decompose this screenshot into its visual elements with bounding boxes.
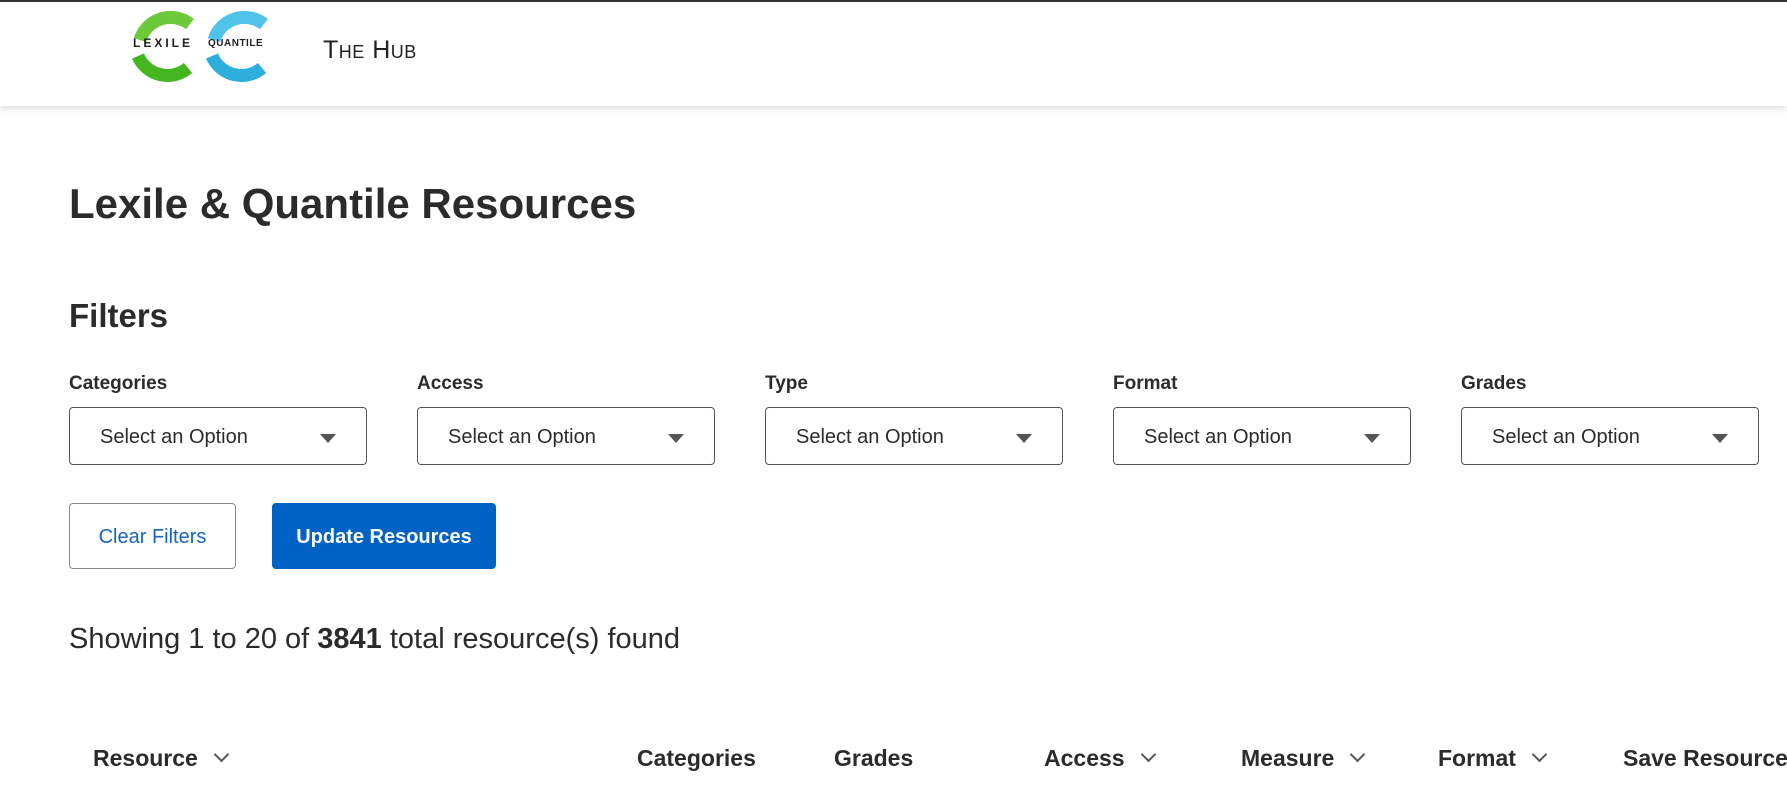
column-label: Resource: [93, 745, 198, 771]
column-categories: Categories: [637, 745, 756, 772]
select-value: Select an Option: [1144, 426, 1292, 448]
select-value: Select an Option: [796, 426, 944, 448]
select-value: Select an Option: [1492, 426, 1640, 448]
filters-heading: Filters: [69, 297, 169, 334]
select-value: Select an Option: [100, 426, 248, 448]
results-total: 3841: [317, 623, 382, 655]
column-label: Format: [1438, 745, 1516, 771]
caret-down-icon: [320, 434, 336, 443]
column-label: Access: [1044, 745, 1125, 771]
filter-label: Access: [417, 373, 484, 394]
column-resource[interactable]: Resource: [93, 745, 230, 772]
column-grades: Grades: [834, 745, 913, 772]
format-select[interactable]: Select an Option: [1113, 407, 1411, 465]
select-value: Select an Option: [448, 426, 596, 448]
categories-select[interactable]: Select an Option: [69, 407, 367, 465]
results-suffix: total resource(s) found: [389, 623, 681, 655]
logo-quantile-text: QUANTILE: [208, 38, 264, 49]
filter-label: Type: [765, 373, 808, 394]
chevron-down-icon: [1531, 746, 1548, 763]
column-access[interactable]: Access: [1044, 745, 1156, 772]
filter-type: Type Select an Option: [765, 373, 1065, 465]
results-prefix: Showing 1 to 20 of: [69, 623, 310, 655]
filter-label: Categories: [69, 373, 168, 394]
column-save-resource: Save Resource: [1623, 745, 1787, 772]
filter-label: Format: [1113, 373, 1178, 394]
filter-access: Access Select an Option: [417, 373, 717, 465]
access-select[interactable]: Select an Option: [417, 407, 715, 465]
logo-lexile-text: LEXILE: [133, 36, 194, 50]
filter-categories: Categories Select an Option: [69, 373, 369, 465]
column-format[interactable]: Format: [1438, 745, 1548, 772]
column-label: Categories: [637, 745, 756, 771]
page-title: Lexile & Quantile Resources: [69, 180, 637, 227]
column-label: Measure: [1241, 745, 1335, 771]
site-header: LEXILE QUANTILE The Hub: [0, 2, 1787, 106]
type-select[interactable]: Select an Option: [765, 407, 1063, 465]
filter-grades: Grades Select an Option: [1461, 373, 1761, 465]
site-title[interactable]: The Hub: [323, 36, 417, 65]
chevron-down-icon: [1350, 746, 1366, 763]
column-measure[interactable]: Measure: [1241, 745, 1366, 772]
caret-down-icon: [1364, 434, 1380, 443]
column-label: Grades: [834, 745, 914, 771]
filter-format: Format Select an Option: [1113, 373, 1413, 465]
caret-down-icon: [1016, 434, 1032, 443]
clear-filters-button[interactable]: Clear Filters: [69, 503, 236, 569]
filter-label: Grades: [1461, 373, 1527, 394]
chevron-down-icon: [213, 746, 230, 763]
caret-down-icon: [1712, 434, 1728, 443]
chevron-down-icon: [1140, 746, 1156, 763]
caret-down-icon: [668, 434, 684, 443]
grades-select[interactable]: Select an Option: [1461, 407, 1759, 465]
update-resources-button[interactable]: Update Resources: [272, 503, 496, 569]
results-summary: Showing 1 to 20 of 3841 total resource(s…: [69, 623, 680, 656]
column-label: Save Resource: [1623, 745, 1787, 771]
